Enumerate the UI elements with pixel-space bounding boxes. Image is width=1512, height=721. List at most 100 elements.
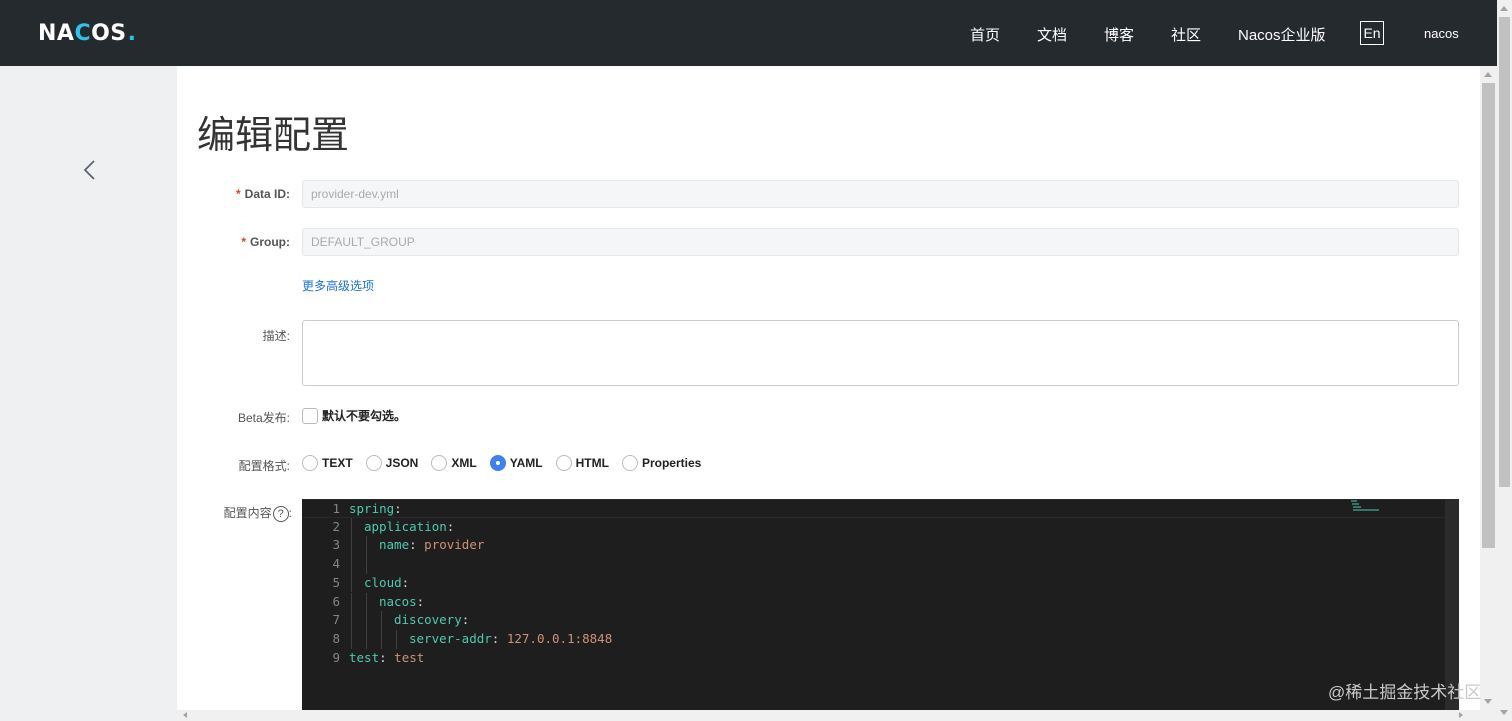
editor-line[interactable]: 5 cloud: bbox=[302, 574, 1459, 593]
indent-guide bbox=[366, 536, 367, 556]
line-number: 3 bbox=[332, 537, 340, 553]
nav-community[interactable]: 社区 bbox=[1171, 24, 1201, 45]
back-arrow-icon[interactable] bbox=[80, 158, 100, 182]
line-number: 5 bbox=[332, 574, 340, 590]
radio-circle bbox=[431, 455, 448, 471]
indent-guide bbox=[351, 517, 352, 537]
beta-checkbox[interactable] bbox=[302, 407, 318, 424]
page-horizontal-scrollbar[interactable] bbox=[177, 710, 1497, 721]
nav-home[interactable]: 首页 bbox=[970, 24, 1000, 45]
page-title: 编辑配置 bbox=[197, 115, 350, 157]
indent-guide bbox=[351, 555, 352, 574]
editor-line[interactable]: 2 application: bbox=[302, 518, 1459, 537]
logo-text: NACOS. bbox=[38, 20, 137, 46]
format-radio-group: TEXT JSON XML YAML HTML Properties bbox=[302, 455, 714, 471]
scrollbar-thumb[interactable] bbox=[1499, 17, 1510, 487]
format-radio-html[interactable]: HTML bbox=[555, 455, 609, 471]
yaml-colon: : bbox=[416, 593, 425, 609]
yaml-colon: : bbox=[401, 574, 410, 590]
indent-guide bbox=[381, 629, 382, 649]
editor-line[interactable]: 6 nacos: bbox=[302, 593, 1459, 612]
indent-guide bbox=[381, 611, 382, 630]
watermark: @稀土掘金技术社区 bbox=[1328, 683, 1482, 702]
indent-guide bbox=[366, 592, 367, 612]
indent-guide bbox=[351, 629, 352, 649]
group-label: * Group: bbox=[241, 235, 290, 249]
yaml-key: nacos bbox=[379, 593, 417, 609]
required-asterisk: * bbox=[241, 235, 246, 249]
scroll-left-arrow-icon[interactable] bbox=[183, 712, 187, 718]
format-radio-yaml[interactable]: YAML bbox=[489, 455, 543, 471]
code-text: discovery: bbox=[394, 611, 469, 630]
yaml-key: server-addr bbox=[409, 630, 492, 646]
code-text: application: bbox=[364, 518, 454, 537]
editor-line[interactable]: 9 test: test bbox=[302, 649, 1459, 668]
nav-blog[interactable]: 博客 bbox=[1104, 24, 1134, 45]
yaml-key: spring bbox=[349, 501, 395, 516]
scroll-right-arrow-icon[interactable] bbox=[1459, 712, 1463, 718]
editor-line[interactable]: 4 bbox=[302, 555, 1459, 574]
yaml-colon: : bbox=[491, 630, 507, 646]
radio-circle bbox=[302, 455, 318, 471]
yaml-colon: : bbox=[446, 518, 455, 534]
beta-checkbox-row[interactable]: 默认不要勾选。 bbox=[302, 407, 406, 424]
beta-label: Beta发布: bbox=[237, 411, 290, 425]
description-label: 描述: bbox=[262, 329, 290, 343]
editor-line[interactable]: 7 discovery: bbox=[302, 611, 1459, 630]
code-text: nacos: bbox=[379, 593, 424, 612]
data-id-label: * Data ID: bbox=[235, 187, 290, 201]
editor-line[interactable]: 8 server-addr: 127.0.0.1:8848 bbox=[302, 630, 1459, 649]
line-number: 6 bbox=[332, 593, 340, 609]
scroll-down-arrow-icon[interactable] bbox=[1500, 710, 1508, 715]
user-name[interactable]: nacos bbox=[1424, 26, 1459, 41]
format-radio-json[interactable]: JSON bbox=[365, 455, 418, 471]
yaml-colon: : bbox=[409, 537, 425, 553]
yaml-key: cloud bbox=[364, 574, 402, 590]
sidebar bbox=[0, 66, 177, 710]
indent-guide bbox=[351, 573, 352, 593]
scroll-up-arrow-icon[interactable] bbox=[1500, 6, 1508, 11]
format-radio-xml[interactable]: XML bbox=[431, 455, 477, 471]
indent-guide bbox=[396, 629, 397, 649]
format-label: 配置格式: bbox=[238, 459, 290, 473]
format-radio-text[interactable]: TEXT bbox=[302, 455, 353, 471]
line-number: 9 bbox=[332, 649, 340, 665]
line-number: 1 bbox=[332, 501, 340, 516]
indent-guide bbox=[366, 555, 367, 574]
radio-circle bbox=[555, 455, 572, 471]
help-icon[interactable]: ? bbox=[272, 505, 289, 522]
yaml-key: name bbox=[379, 537, 410, 553]
yaml-value: test bbox=[394, 649, 425, 665]
language-switch-button[interactable]: En bbox=[1360, 21, 1384, 45]
line-number: 7 bbox=[332, 612, 340, 628]
line-number: 2 bbox=[332, 518, 340, 534]
nacos-logo[interactable]: NACOS. bbox=[38, 20, 137, 46]
radio-circle-selected bbox=[489, 455, 506, 471]
nav-enterprise[interactable]: Nacos企业版 bbox=[1238, 24, 1326, 45]
editor-line[interactable]: 1 spring: bbox=[302, 499, 1459, 518]
yaml-colon: : bbox=[379, 649, 395, 665]
indent-guide bbox=[351, 592, 352, 612]
scroll-up-arrow-icon[interactable] bbox=[1484, 72, 1492, 77]
scroll-down-arrow-icon[interactable] bbox=[1484, 699, 1492, 704]
content-label: 配置内容?: bbox=[223, 505, 292, 522]
yaml-key: discovery bbox=[394, 612, 462, 628]
data-id-input[interactable] bbox=[302, 180, 1459, 208]
yaml-key: test bbox=[349, 649, 380, 665]
code-text: test: test bbox=[349, 649, 424, 668]
nav-docs[interactable]: 文档 bbox=[1037, 24, 1067, 45]
yaml-colon: : bbox=[394, 501, 402, 516]
page-vertical-scrollbar[interactable] bbox=[1480, 66, 1497, 710]
code-text: spring: bbox=[349, 500, 402, 519]
code-editor[interactable]: 1 spring: 2 application: 3 name: provider 4 5 cl… bbox=[302, 499, 1459, 710]
format-radio-properties[interactable]: Properties bbox=[621, 455, 701, 471]
window-vertical-scrollbar[interactable] bbox=[1497, 0, 1512, 721]
yaml-value: 127.0.0.1:8848 bbox=[506, 630, 613, 646]
advanced-options-link[interactable]: 更多高级选项 bbox=[302, 277, 374, 294]
scrollbar-thumb[interactable] bbox=[1482, 83, 1495, 548]
editor-line[interactable]: 3 name: provider bbox=[302, 536, 1459, 555]
description-textarea[interactable] bbox=[302, 320, 1459, 386]
line-number: 4 bbox=[332, 556, 340, 572]
group-input[interactable] bbox=[302, 228, 1459, 256]
code-text: name: provider bbox=[379, 536, 484, 555]
